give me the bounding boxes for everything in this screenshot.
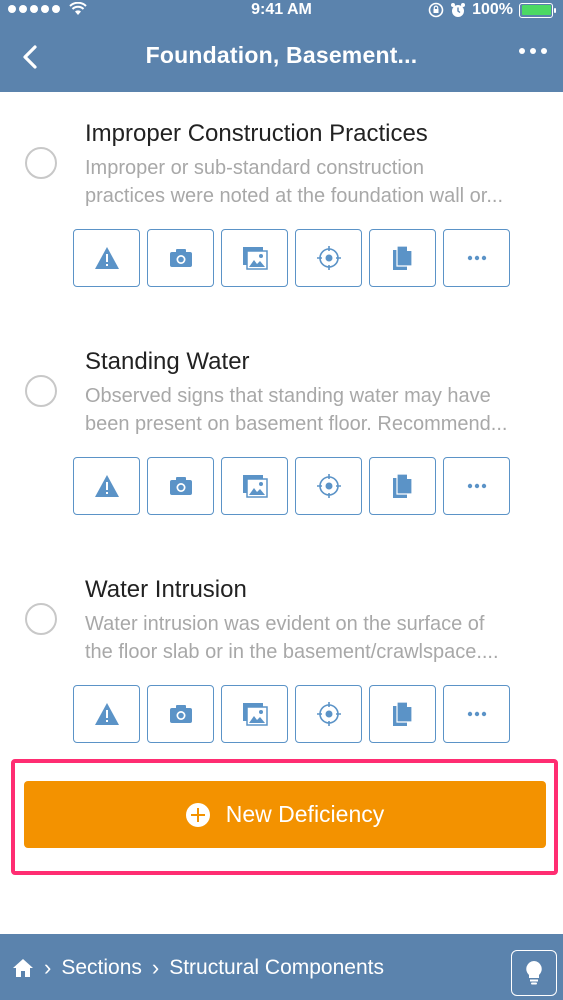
location-button[interactable] [295,685,362,743]
list-item[interactable]: Standing Water Observed signs that stand… [0,320,563,548]
breadcrumb-item-structural-components[interactable]: Structural Components [169,956,384,980]
more-dot [530,48,536,54]
warning-button[interactable] [73,457,140,515]
target-icon [316,246,341,270]
status-right: 100% [428,1,556,19]
item-actions [73,457,510,515]
more-actions-button[interactable] [443,685,510,743]
breadcrumb-bar: › Sections › Structural Components [0,934,563,1000]
more-icon [467,255,486,261]
warning-icon [94,247,119,269]
camera-button[interactable] [147,685,214,743]
tips-button[interactable] [511,950,557,996]
battery-level [521,5,551,15]
more-icon [467,483,486,489]
camera-button[interactable] [147,229,214,287]
lightbulb-icon [526,961,542,985]
gallery-icon [242,475,268,498]
plus-circle-icon [185,802,210,827]
app-header: 9:41 AM 100% Foundation, Basement... [0,0,563,92]
document-button[interactable] [369,685,436,743]
more-dot [519,48,525,54]
item-description-line: practices were noted at the foundation w… [85,185,504,207]
camera-icon [169,705,192,723]
camera-icon [169,249,192,267]
gallery-button[interactable] [221,457,288,515]
alarm-icon [451,3,466,17]
more-menu-button[interactable] [519,48,547,54]
new-deficiency-button[interactable]: New Deficiency [24,781,546,848]
warning-button[interactable] [73,685,140,743]
location-button[interactable] [295,229,362,287]
document-button[interactable] [369,229,436,287]
list-item[interactable]: Water Intrusion Water intrusion was evid… [0,548,563,776]
document-icon [392,701,413,726]
item-description-line: been present on basement floor. Recommen… [85,413,508,435]
battery-icon [519,2,556,18]
more-actions-button[interactable] [443,229,510,287]
target-icon [316,702,341,726]
page-title: Foundation, Basement... [145,42,418,68]
more-dot [541,48,547,54]
select-radio[interactable] [25,603,57,635]
more-icon [467,711,486,717]
chevron-right-icon: › [44,955,52,980]
breadcrumb: › Sections › Structural Components [12,956,384,980]
item-title: Improper Construction Practices [85,120,428,147]
item-description: Water intrusion was evident on the surfa… [85,610,547,666]
item-description-line: Water intrusion was evident on the surfa… [85,613,485,635]
target-icon [316,474,341,498]
item-description-line: Improper or sub-standard construction [85,157,425,179]
battery-percent: 100% [472,1,513,18]
home-icon[interactable] [12,958,34,978]
item-title: Standing Water [85,348,250,375]
gallery-icon [242,703,268,726]
gallery-icon [242,247,268,270]
document-icon [392,473,413,498]
item-actions [73,685,510,743]
status-bar: 9:41 AM 100% [0,0,563,22]
item-description-line: Observed signs that standing water may h… [85,385,491,407]
list-item[interactable]: Improper Construction Practices Improper… [0,92,563,320]
gallery-button[interactable] [221,229,288,287]
location-button[interactable] [295,457,362,515]
document-button[interactable] [369,457,436,515]
chevron-right-icon: › [151,955,160,980]
gallery-button[interactable] [221,685,288,743]
item-actions [73,229,510,287]
new-deficiency-label: New Deficiency [225,801,385,827]
warning-icon [94,475,119,497]
deficiency-list: Improper Construction Practices Improper… [0,92,563,776]
rotation-lock-icon [428,2,444,18]
warning-button[interactable] [73,229,140,287]
item-title: Water Intrusion [85,576,247,603]
item-description: Improper or sub-standard construction pr… [85,154,547,210]
document-icon [392,245,413,270]
more-actions-button[interactable] [443,457,510,515]
breadcrumb-item-sections[interactable]: Sections [61,956,142,980]
item-description-line: the floor slab or in the basement/crawls… [85,641,499,663]
select-radio[interactable] [25,375,57,407]
item-description: Observed signs that standing water may h… [85,382,547,438]
warning-icon [94,703,119,725]
select-radio[interactable] [25,147,57,179]
nav-bar: Foundation, Basement... [0,22,563,92]
camera-icon [169,477,192,495]
camera-button[interactable] [147,457,214,515]
